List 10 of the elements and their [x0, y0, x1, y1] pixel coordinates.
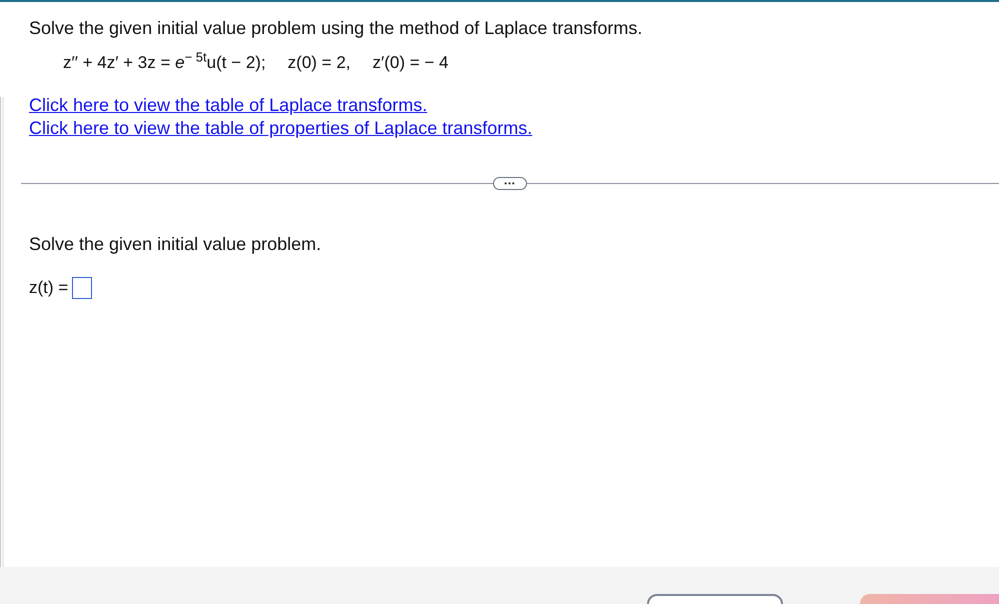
equation-text: z′′ + 4z′ + 3z = e$^{− 5t}$u(t − 2);	[63, 53, 266, 73]
answer-label: z(t) =	[29, 278, 68, 298]
equation-text: z′(0) = − 4	[372, 53, 448, 73]
answer-prompt: Solve the given initial value problem.	[29, 234, 322, 255]
expand-button[interactable]: •••	[493, 177, 527, 190]
laplace-table-link[interactable]: Click here to view the table of properties of Laplace transforms.	[29, 118, 532, 139]
laplace-table-link[interactable]: Click here to view the table of Laplace transforms.	[29, 95, 428, 116]
answer-box[interactable]	[72, 277, 92, 299]
equation-text: z(0) = 2,	[288, 53, 351, 73]
question-text: Solve the given initial value problem using the method of Laplace transforms.	[29, 18, 644, 39]
